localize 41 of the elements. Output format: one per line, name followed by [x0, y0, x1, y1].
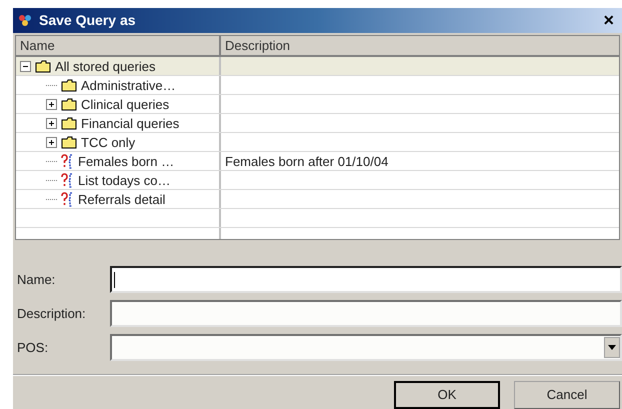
dialog-button[interactable]: Cancel [514, 381, 620, 409]
tree-row[interactable]: All stored queries [16, 57, 619, 76]
column-header[interactable]: Name [16, 36, 221, 56]
item-description: Females born after 01/10/04 [225, 152, 388, 171]
field-label: Description: [16, 304, 87, 323]
item-name: Females born … [78, 152, 174, 171]
tree-row[interactable]: TCC only [16, 133, 619, 152]
window-title: Save Query as [39, 10, 137, 30]
query-icon [61, 172, 74, 188]
folder-icon [61, 136, 77, 149]
folder-icon [61, 98, 77, 111]
item-name: Clinical queries [81, 96, 170, 114]
folder-icon [61, 78, 77, 92]
field-label: POS: [16, 338, 50, 357]
dropdown-field[interactable] [110, 334, 622, 361]
field-label: Name: [16, 270, 56, 289]
tree-row[interactable]: Referrals detail [16, 190, 619, 210]
query-icon [61, 154, 74, 169]
expand-icon[interactable] [46, 98, 57, 110]
dialog-button[interactable]: OK [394, 381, 500, 409]
expand-icon[interactable] [46, 118, 57, 129]
input-field[interactable] [110, 300, 622, 327]
close-button[interactable]: × [599, 11, 618, 30]
item-name: Administrative… [81, 76, 176, 95]
tree-row[interactable]: List todays co… [16, 171, 619, 190]
item-name: TCC only [81, 134, 136, 152]
tree-row[interactable]: Females born … Females born after 01/10/04 [16, 152, 619, 172]
item-name: List todays co… [78, 172, 170, 190]
item-name: Referrals detail [78, 190, 166, 209]
folder-icon [35, 60, 51, 73]
item-name: All stored queries [55, 58, 156, 76]
tree-row[interactable]: Administrative… [16, 76, 619, 96]
input-field[interactable] [110, 266, 622, 293]
folder-icon [61, 116, 77, 130]
item-name: Financial queries [81, 114, 180, 133]
tree-row[interactable]: Clinical queries [16, 95, 619, 114]
tree-row[interactable]: Financial queries [16, 114, 619, 134]
column-header[interactable]: Description [221, 36, 619, 56]
query-icon [61, 192, 74, 207]
expand-icon[interactable] [46, 136, 57, 148]
collapse-icon[interactable] [20, 60, 31, 72]
